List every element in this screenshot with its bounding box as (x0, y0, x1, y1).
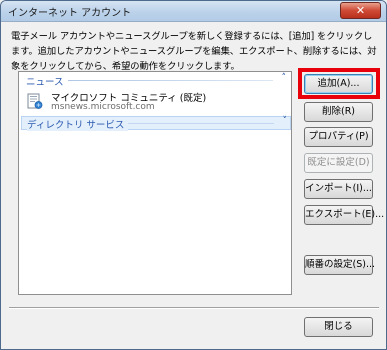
highlight-box (298, 68, 380, 99)
set-default-button[interactable]: 既定に設定(D) (304, 153, 373, 173)
chevron-down-icon[interactable]: ˅ (283, 116, 288, 126)
group-label-directory-services: ディレクトリ サービス (27, 117, 129, 131)
account-list[interactable]: ニュース ˄ マイクロソフト コミュニティ (既定) msnews.micros… (18, 71, 292, 295)
footer-divider (9, 307, 379, 309)
close-icon: ✕ (355, 4, 366, 17)
window-close-button[interactable]: ✕ (340, 2, 381, 19)
export-button[interactable]: エクスポート(E)... (304, 205, 384, 225)
group-header-directory-services[interactable]: ディレクトリ サービス ˅ (21, 116, 291, 131)
properties-button[interactable]: プロパティ(P) (304, 127, 373, 147)
title-bar[interactable]: インターネット アカウント ✕ (1, 1, 386, 22)
group-header-news[interactable]: ニュース ˄ (23, 73, 289, 88)
internet-accounts-dialog: インターネット アカウント ✕ 電子メール アカウントやニュースグループを新しく… (0, 0, 387, 350)
set-order-button[interactable]: 順番の設定(S)... (304, 255, 375, 275)
import-button[interactable]: インポート(I)... (304, 179, 373, 199)
list-item-account[interactable]: マイクロソフト コミュニティ (既定) msnews.microsoft.com (25, 89, 287, 115)
chevron-up-icon[interactable]: ˄ (282, 73, 287, 83)
news-account-icon (27, 93, 43, 109)
group-label-news: ニュース (26, 74, 68, 88)
account-server: msnews.microsoft.com (51, 102, 155, 112)
window-title: インターネット アカウント (8, 8, 132, 19)
close-button[interactable]: 閉じる (304, 317, 373, 337)
remove-button[interactable]: 削除(R) (304, 102, 373, 122)
